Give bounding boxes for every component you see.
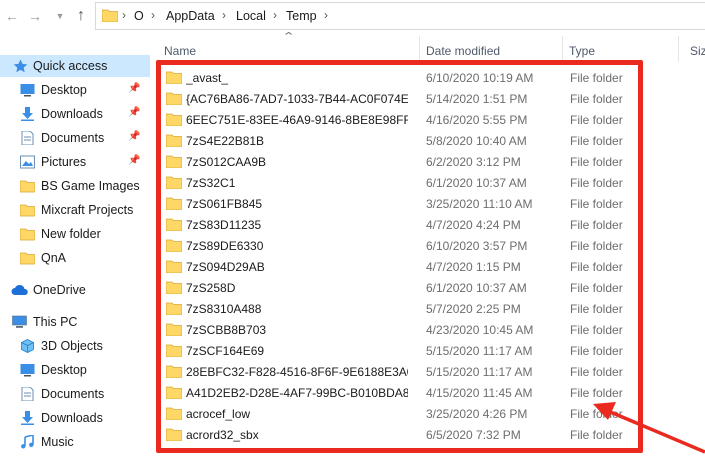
address-bar[interactable]: › O › AppData › Local › Temp › (95, 2, 705, 30)
forward-arrow-icon[interactable]: → (25, 6, 45, 26)
nav-label: Mixcraft Projects (41, 203, 134, 217)
nav-item-desktop[interactable]: Desktop 📌 (0, 79, 150, 101)
folder-icon (20, 228, 35, 241)
column-header-label: Type (569, 44, 596, 58)
documents-icon (21, 131, 34, 145)
nav-label: QnA (41, 251, 67, 265)
desktop-icon (20, 364, 35, 377)
breadcrumb-item[interactable]: AppData (166, 9, 215, 23)
column-header-label: Name (164, 44, 197, 58)
folder-icon (20, 180, 35, 193)
navigation-pane: Quick access Desktop 📌 Downloads 📌 Docum… (0, 34, 150, 457)
breadcrumb-separator-icon: › (122, 8, 126, 22)
nav-item-pc-downloads[interactable]: Downloads (0, 407, 150, 429)
nav-item-onedrive[interactable]: OneDrive (0, 279, 150, 301)
computer-icon (12, 315, 27, 328)
pin-icon: 📌 (128, 131, 141, 142)
nav-label: Documents (41, 387, 105, 401)
breadcrumb-item[interactable]: Temp (286, 9, 317, 23)
breadcrumb-separator-icon: › (273, 8, 277, 22)
nav-label: Quick access (33, 59, 108, 73)
column-header-label: Date modified (426, 44, 501, 58)
nav-label: BS Game Images (41, 179, 140, 193)
pin-icon: 📌 (128, 155, 141, 166)
cloud-icon (11, 284, 28, 295)
nav-item-new-folder[interactable]: New folder (0, 223, 150, 245)
up-arrow-icon[interactable]: ↑ (71, 6, 91, 26)
star-icon (13, 59, 28, 73)
nav-item-pc-desktop[interactable]: Desktop (0, 359, 150, 381)
nav-label: Pictures (41, 155, 87, 169)
documents-icon (21, 387, 34, 401)
breadcrumb-separator-icon: › (324, 8, 328, 22)
nav-label: Desktop (41, 83, 87, 97)
nav-label: Documents (41, 131, 105, 145)
column-header-size[interactable]: Siz (679, 36, 705, 62)
nav-label: New folder (41, 227, 101, 241)
folder-icon (102, 9, 118, 22)
recent-locations-chevron-icon[interactable]: ▼ (50, 6, 70, 26)
pin-icon: 📌 (128, 83, 141, 94)
nav-quick-access[interactable]: Quick access (0, 55, 150, 77)
back-arrow-icon[interactable]: ← (2, 6, 22, 26)
3d-objects-icon (21, 339, 34, 353)
column-header-name[interactable]: Name (158, 36, 420, 62)
column-header-type[interactable]: Type (563, 36, 678, 62)
pictures-icon (20, 155, 35, 169)
nav-item-documents[interactable]: Documents 📌 (0, 127, 150, 149)
breadcrumb-item[interactable]: O (134, 9, 144, 23)
navigation-bar: ← → ▼ ↑ › O › AppData › Local › Temp › (0, 0, 705, 34)
download-icon (21, 107, 34, 121)
column-header-date[interactable]: Date modified (420, 36, 562, 62)
nav-item-pictures[interactable]: Pictures 📌 (0, 151, 150, 173)
column-header-label: Siz (690, 44, 705, 58)
nav-item-mixcraft-projects[interactable]: Mixcraft Projects (0, 199, 150, 221)
nav-item-this-pc[interactable]: This PC (0, 311, 150, 333)
nav-item-3d-objects[interactable]: 3D Objects (0, 335, 150, 357)
folder-icon (20, 252, 35, 265)
desktop-icon (20, 84, 35, 97)
nav-label: Downloads (41, 107, 103, 121)
nav-item-downloads[interactable]: Downloads 📌 (0, 103, 150, 125)
breadcrumb-separator-icon: › (222, 8, 226, 22)
folder-icon (20, 204, 35, 217)
nav-item-bs-game-images[interactable]: BS Game Images (0, 175, 150, 197)
nav-item-qna[interactable]: QnA (0, 247, 150, 269)
nav-label: This PC (33, 315, 78, 329)
nav-label: Downloads (41, 411, 103, 425)
annotation-highlight-box (156, 60, 643, 453)
nav-label: OneDrive (33, 283, 86, 297)
pin-icon: 📌 (128, 107, 141, 118)
nav-label: 3D Objects (41, 339, 103, 353)
nav-label: Music (41, 435, 74, 449)
nav-item-pc-documents[interactable]: Documents (0, 383, 150, 405)
music-icon (21, 435, 34, 449)
download-icon (21, 411, 34, 425)
nav-label: Desktop (41, 363, 87, 377)
nav-item-music[interactable]: Music (0, 431, 150, 453)
breadcrumb-separator-icon: › (151, 8, 155, 22)
breadcrumb-item[interactable]: Local (236, 9, 266, 23)
